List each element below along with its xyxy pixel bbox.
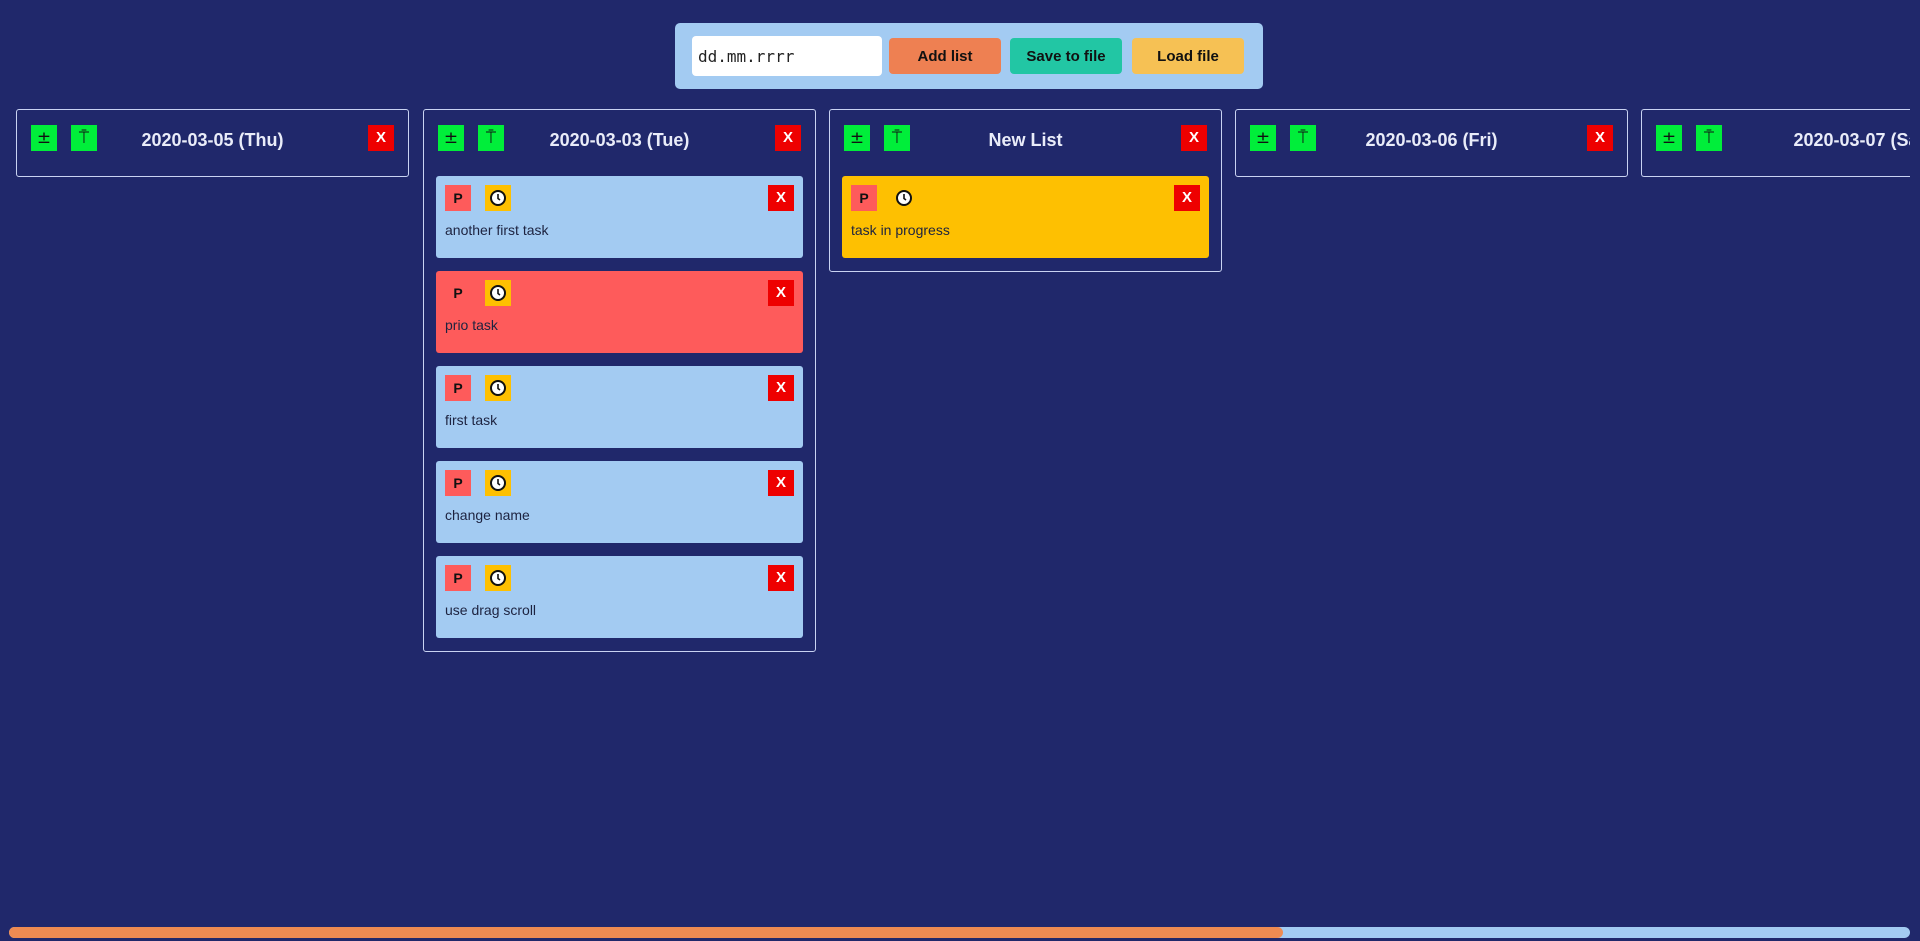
add-task-button[interactable]: ± [1656, 125, 1682, 151]
delete-list-button[interactable]: X [1587, 125, 1613, 151]
task-card[interactable]: P X first task [436, 366, 803, 448]
delete-list-button[interactable]: X [368, 125, 394, 151]
progress-button[interactable] [485, 280, 511, 306]
progress-button[interactable] [485, 565, 511, 591]
task-text[interactable]: change name [445, 507, 530, 523]
progress-button[interactable] [485, 470, 511, 496]
list: ± ⍑ 2020-03-03 (Tue) X P X another first… [423, 109, 816, 652]
add-task-button[interactable]: ± [31, 125, 57, 151]
delete-task-button[interactable]: X [768, 470, 794, 496]
list-header: ± ⍑ 2020-03-06 (Fri) X [1236, 110, 1627, 176]
task-card[interactable]: P X use drag scroll [436, 556, 803, 638]
task-card[interactable]: P X another first task [436, 176, 803, 258]
list-header: ± ⍑ New List X [830, 110, 1221, 176]
list: ± ⍑ New List X P X task in progress [829, 109, 1222, 272]
priority-button[interactable]: P [445, 280, 471, 306]
horizontal-scrollbar[interactable] [9, 927, 1910, 938]
task-card[interactable]: P X task in progress [842, 176, 1209, 258]
clock-icon [490, 380, 506, 396]
clock-icon [490, 570, 506, 586]
task-text[interactable]: use drag scroll [445, 602, 536, 618]
delete-list-button[interactable]: X [775, 125, 801, 151]
add-task-button[interactable]: ± [844, 125, 870, 151]
list-title[interactable]: 2020-03-06 (Fri) [1306, 130, 1557, 151]
clock-icon [490, 475, 506, 491]
delete-task-button[interactable]: X [768, 375, 794, 401]
move-to-top-button[interactable]: ⍑ [1696, 125, 1722, 151]
list-title[interactable]: New List [900, 130, 1151, 151]
list-title[interactable]: 2020-03-07 (Sat) [1762, 130, 1910, 151]
priority-button[interactable]: P [445, 185, 471, 211]
list: ± ⍑ 2020-03-07 (Sat) [1641, 109, 1910, 177]
task-text[interactable]: prio task [445, 317, 498, 333]
task-list: P X task in progress [830, 176, 1221, 258]
clock-icon [896, 190, 912, 206]
add-task-button[interactable]: ± [1250, 125, 1276, 151]
list-title[interactable]: 2020-03-05 (Thu) [87, 130, 338, 151]
delete-list-button[interactable]: X [1181, 125, 1207, 151]
list-header: ± ⍑ 2020-03-07 (Sat) [1642, 110, 1910, 176]
delete-task-button[interactable]: X [768, 185, 794, 211]
progress-button[interactable] [485, 185, 511, 211]
progress-button[interactable] [485, 375, 511, 401]
priority-button[interactable]: P [445, 565, 471, 591]
add-task-button[interactable]: ± [438, 125, 464, 151]
priority-button[interactable]: P [445, 375, 471, 401]
delete-task-button[interactable]: X [768, 280, 794, 306]
delete-task-button[interactable]: X [768, 565, 794, 591]
task-list: P X another first task P X prio task P X… [424, 176, 815, 638]
list: ± ⍑ 2020-03-05 (Thu) X [16, 109, 409, 177]
progress-button[interactable] [891, 185, 917, 211]
task-text[interactable]: task in progress [851, 222, 950, 238]
task-card[interactable]: P X prio task [436, 271, 803, 353]
task-card[interactable]: P X change name [436, 461, 803, 543]
clock-icon [490, 285, 506, 301]
list-header: ± ⍑ 2020-03-05 (Thu) X [17, 110, 408, 176]
board: ± ⍑ 2020-03-05 (Thu) X ± ⍑ 2020-03-03 (T… [0, 0, 1910, 941]
priority-button[interactable]: P [445, 470, 471, 496]
scrollbar-thumb[interactable] [9, 927, 1283, 938]
task-text[interactable]: first task [445, 412, 497, 428]
list-header: ± ⍑ 2020-03-03 (Tue) X [424, 110, 815, 176]
delete-task-button[interactable]: X [1174, 185, 1200, 211]
priority-button[interactable]: P [851, 185, 877, 211]
task-text[interactable]: another first task [445, 222, 549, 238]
clock-icon [490, 190, 506, 206]
list-title[interactable]: 2020-03-03 (Tue) [494, 130, 745, 151]
list: ± ⍑ 2020-03-06 (Fri) X [1235, 109, 1628, 177]
